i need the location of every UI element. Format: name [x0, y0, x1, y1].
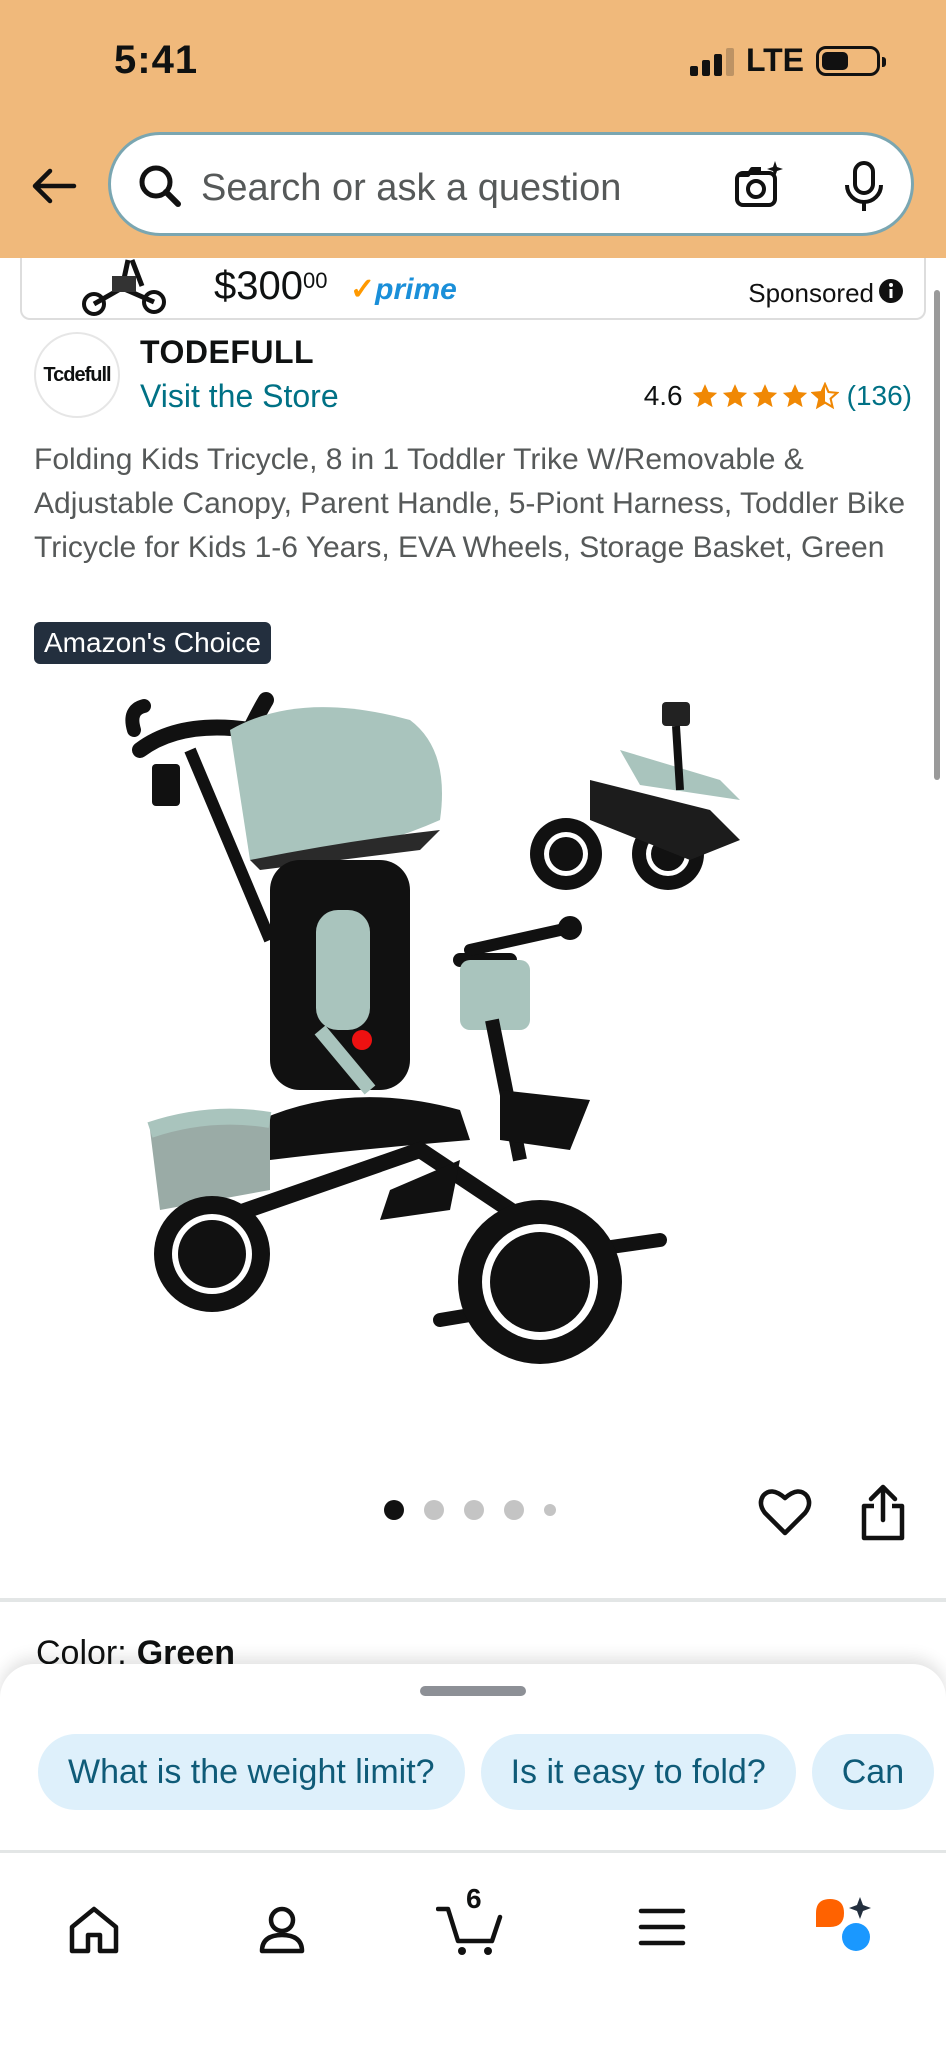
carousel-dot[interactable]	[544, 1504, 556, 1516]
sponsored-product-banner[interactable]: $30000 ✓prime Sponsored	[20, 258, 926, 320]
carousel-dot[interactable]	[464, 1500, 484, 1520]
battery-icon	[816, 45, 886, 76]
heart-icon[interactable]	[758, 1486, 812, 1538]
amazons-choice-badge: Amazon's Choice	[34, 622, 271, 664]
folded-trike-illustration	[530, 702, 740, 890]
visit-store-link[interactable]: Visit the Store	[140, 378, 339, 415]
carousel-dot[interactable]	[424, 1500, 444, 1520]
share-icon[interactable]	[858, 1484, 908, 1542]
carousel-dot[interactable]	[384, 1500, 404, 1520]
question-chip[interactable]: What is the weight limit?	[38, 1734, 465, 1810]
main-trike-illustration	[125, 692, 667, 1364]
info-icon[interactable]	[878, 278, 904, 304]
product-title: Folding Kids Tricycle, 8 in 1 Toddler Tr…	[34, 443, 906, 564]
status-time: 5:41	[114, 38, 199, 82]
status-indicators: LTE	[689, 42, 886, 79]
sponsored-price: $30000	[214, 264, 328, 308]
product-page: 5:41 LTE Search or ask a question $30000…	[0, 0, 946, 2048]
scrollbar[interactable]	[934, 290, 940, 780]
suggested-questions: What is the weight limit? Is it easy to …	[38, 1734, 935, 1810]
question-chip[interactable]: Can	[811, 1734, 935, 1810]
ask-rufus-sheet: What is the weight limit? Is it easy to …	[0, 1664, 946, 2048]
account-icon[interactable]	[258, 1905, 306, 1955]
star-rating-icon	[691, 382, 839, 410]
rating-value: 4.6	[643, 380, 683, 411]
brand-name: TODEFULL	[140, 334, 315, 370]
product-image[interactable]	[120, 690, 800, 1410]
section-divider	[0, 1598, 946, 1602]
brand-logo[interactable]: Tcdefull	[34, 332, 120, 418]
question-chip[interactable]: Is it easy to fold?	[480, 1734, 796, 1810]
microphone-icon[interactable]	[841, 157, 887, 213]
search-placeholder: Search or ask a question	[201, 167, 622, 209]
camera-icon[interactable]	[731, 157, 787, 213]
carousel-dot[interactable]	[504, 1500, 524, 1520]
home-icon[interactable]	[68, 1905, 120, 1955]
sponsored-label: Sponsored	[748, 278, 874, 308]
cart-count-badge: 6	[466, 1883, 482, 1914]
rating-summary[interactable]: 4.6 (136)	[644, 380, 912, 412]
back-arrow-icon[interactable]	[28, 160, 80, 212]
search-input[interactable]: Search or ask a question	[108, 132, 914, 236]
app-header: 5:41 LTE Search or ask a question	[0, 0, 946, 258]
sheet-grabber[interactable]	[420, 1686, 526, 1696]
rating-count: (136)	[846, 380, 912, 411]
search-icon	[139, 165, 181, 207]
signal-icon	[689, 46, 734, 76]
prime-badge: ✓prime	[350, 273, 457, 306]
menu-icon[interactable]	[638, 1905, 686, 1949]
network-label: LTE	[745, 42, 804, 78]
rufus-assistant-icon[interactable]	[812, 1893, 884, 1955]
bottom-nav: 6	[0, 1850, 946, 2048]
sponsored-product-thumbnail	[82, 259, 166, 316]
image-carousel-indicator[interactable]	[384, 1500, 556, 1520]
cart-button[interactable]: 6	[435, 1883, 506, 1959]
